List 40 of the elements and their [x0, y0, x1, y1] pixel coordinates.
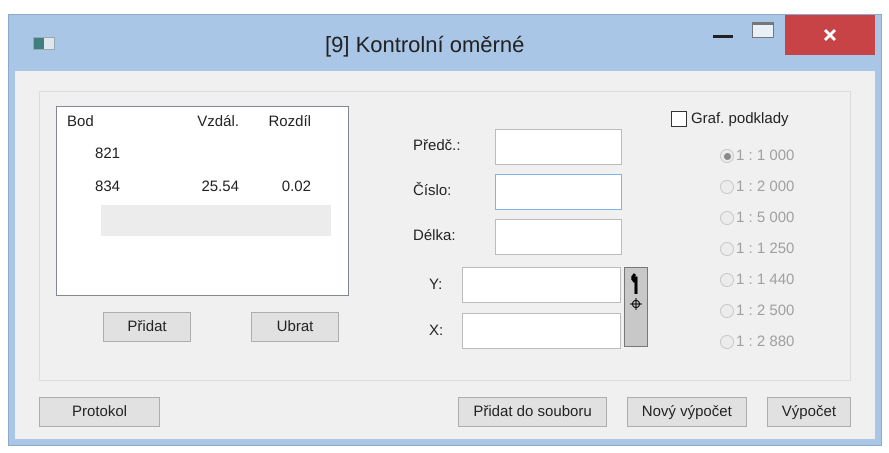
list-button[interactable]: Ubrat [251, 312, 339, 342]
radio-label: 1 : 1 250 [736, 238, 794, 259]
list-row[interactable]: 821 [57, 139, 348, 170]
input-field[interactable] [462, 267, 621, 303]
dialog-button[interactable]: Přidat do souboru [458, 397, 607, 427]
radio-label: 1 : 5 000 [736, 208, 794, 228]
list-row[interactable]: 834 25.54 0.02 [57, 172, 348, 203]
input-field[interactable] [495, 128, 622, 164]
dialog-button[interactable]: Nový výpočet [626, 397, 747, 427]
list-button[interactable]: Přidat [103, 312, 191, 342]
radio-label: 1 : 2 500 [736, 300, 794, 321]
radio-label: 1 : 1 440 [736, 270, 794, 290]
checkbox[interactable] [671, 111, 687, 128]
list-cell-text: 25.54 [200, 177, 240, 198]
input-field[interactable] [462, 313, 621, 349]
field-label: Y: [428, 274, 444, 295]
column-header[interactable]: Bod [57, 110, 167, 134]
column-header[interactable]: Vzdál. [167, 110, 249, 134]
field-label: Délka: [413, 226, 457, 246]
radio-label: 1 : 2 880 [736, 332, 794, 352]
input-field[interactable] [495, 218, 622, 254]
app-icon [33, 36, 55, 50]
dialog-button[interactable]: Protokol [39, 397, 160, 427]
field-label: Předč.: [413, 136, 462, 156]
dialog-button[interactable]: Výpočet [766, 397, 851, 427]
field-label: Číslo: [413, 180, 452, 202]
input-field[interactable] [495, 174, 622, 210]
close-button[interactable] [785, 15, 875, 55]
radio-label: 1 : 2 000 [736, 176, 794, 197]
list-cell-text: 821 [94, 144, 122, 164]
window-title: [9] Kontrolní oměrné [325, 31, 524, 59]
close-icon [823, 28, 837, 42]
list-cell-text: 0.02 [280, 177, 312, 198]
pick-point-button[interactable] [624, 267, 648, 347]
column-header[interactable]: Rozdíl [249, 110, 321, 134]
arrow-crosshair-icon [629, 272, 643, 312]
field-label: X: [428, 320, 444, 341]
checkbox-label: Graf. podklady [691, 109, 789, 129]
radio-label: 1 : 1 000 [736, 146, 794, 166]
list-cell-text: 834 [94, 177, 122, 198]
